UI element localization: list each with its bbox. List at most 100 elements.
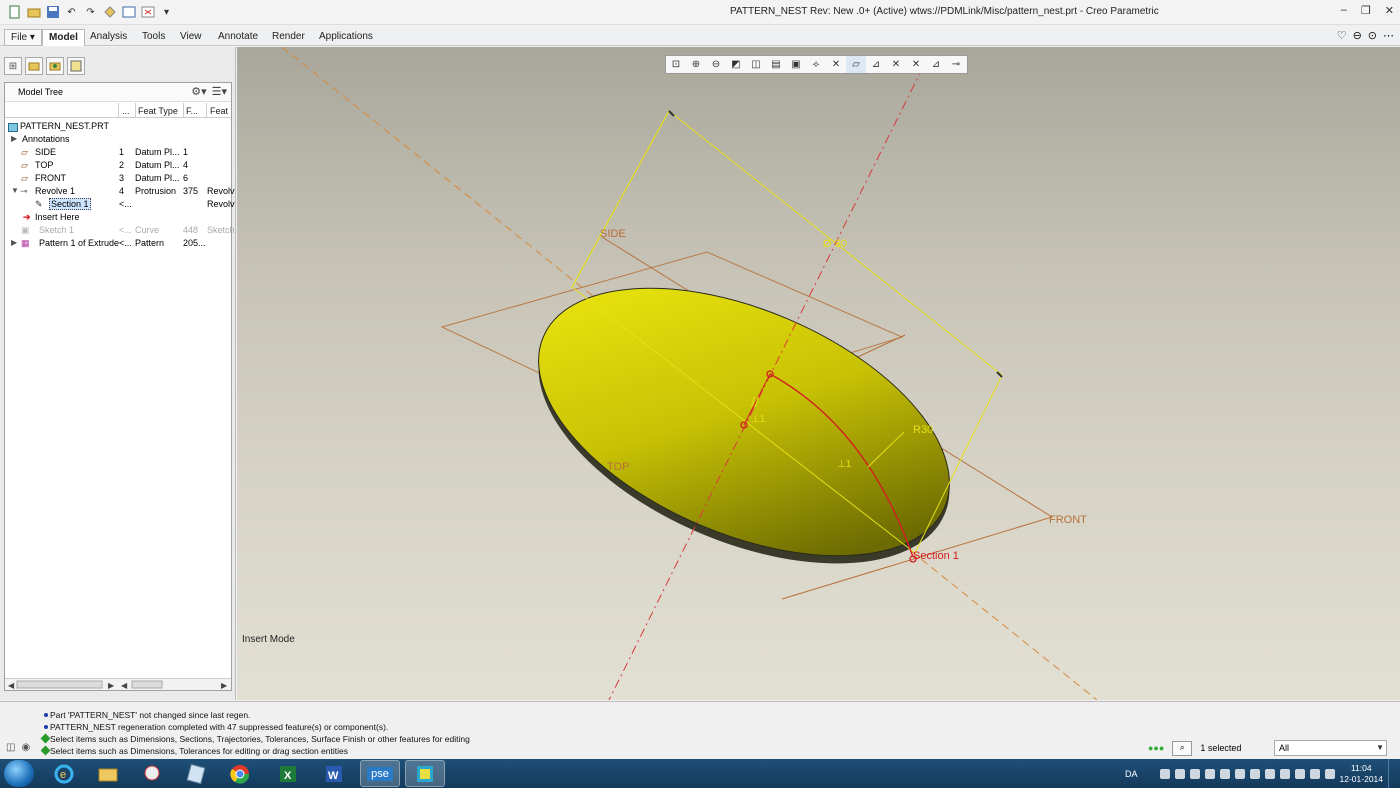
chrome-icon[interactable]: [220, 760, 260, 787]
tree-row-annotations[interactable]: ▶ Annotations: [5, 134, 231, 147]
datum-points-icon[interactable]: ▱: [846, 56, 866, 73]
tray-icon[interactable]: [1219, 768, 1230, 779]
tab-render[interactable]: Render: [266, 29, 311, 46]
expand-icon[interactable]: ▶: [11, 134, 17, 143]
csys-display-icon[interactable]: ⊿: [926, 56, 946, 73]
refit-icon[interactable]: ⊡: [666, 56, 686, 73]
diameter-dimension[interactable]: Ø 30: [823, 238, 847, 250]
word-icon[interactable]: W: [314, 760, 354, 787]
display-style-icon[interactable]: ▣: [786, 56, 806, 73]
browser-toggle-icon[interactable]: ◉: [21, 742, 30, 753]
excel-icon[interactable]: X: [268, 760, 308, 787]
tray-icon[interactable]: [1279, 768, 1290, 779]
tray-icon[interactable]: [1159, 768, 1170, 779]
undo-icon[interactable]: ↶: [63, 4, 80, 20]
quick-access-dropdown-icon[interactable]: ▾: [158, 4, 175, 20]
section-label[interactable]: Section 1: [913, 550, 959, 562]
minimize-icon[interactable]: –: [1341, 4, 1347, 17]
folder-browser-icon[interactable]: [25, 57, 43, 75]
regenerate-icon[interactable]: [101, 4, 118, 20]
datum-axes-icon[interactable]: ✕: [826, 56, 846, 73]
new-icon[interactable]: [6, 4, 23, 20]
spin-center-icon[interactable]: ✕: [906, 56, 926, 73]
tray-icon[interactable]: [1294, 768, 1305, 779]
tray-icon[interactable]: [1189, 768, 1200, 779]
open-icon[interactable]: [25, 4, 42, 20]
column-header[interactable]: ...: [122, 106, 130, 116]
chevron-down-icon[interactable]: ▼: [1376, 741, 1384, 755]
layer-tree-icon[interactable]: [67, 57, 85, 75]
coord-sys-icon[interactable]: ⊿: [866, 56, 886, 73]
tab-annotate[interactable]: Annotate: [212, 29, 264, 46]
tab-applications[interactable]: Applications: [313, 29, 379, 46]
start-button[interactable]: [4, 760, 34, 787]
tab-analysis[interactable]: Analysis: [84, 29, 133, 46]
plane-tags-icon[interactable]: ⊸: [946, 56, 966, 73]
zoom-in-icon[interactable]: ⊕: [686, 56, 706, 73]
tree-settings-icon[interactable]: ⚙▾: [191, 85, 206, 98]
save-icon[interactable]: [44, 4, 61, 20]
tab-tools[interactable]: Tools: [136, 29, 171, 46]
column-header[interactable]: F...: [186, 106, 198, 116]
selection-filter[interactable]: All ▼: [1274, 740, 1387, 756]
show-navigator-icon[interactable]: ◫: [6, 742, 15, 753]
windows-icon[interactable]: [120, 4, 137, 20]
section-label-selected[interactable]: Section 1: [49, 198, 91, 210]
datum-planes-icon[interactable]: ⟡: [806, 56, 826, 73]
column-header[interactable]: Feat: [210, 106, 228, 116]
find-icon[interactable]: ⌕: [1172, 740, 1193, 756]
tree-filters-icon[interactable]: ☰▾: [212, 85, 227, 98]
reorient-icon[interactable]: ◫: [746, 56, 766, 73]
restore-icon[interactable]: ❐: [1361, 4, 1371, 17]
repaint-icon[interactable]: ◩: [726, 56, 746, 73]
paint-icon[interactable]: [132, 760, 172, 787]
tab-model[interactable]: Model: [42, 29, 85, 46]
network-icon[interactable]: [1309, 768, 1320, 779]
tray-icon[interactable]: [1204, 768, 1215, 779]
collapse-icon[interactable]: ▼: [11, 186, 19, 195]
tab-view[interactable]: View: [174, 29, 208, 46]
show-desktop-button[interactable]: [1388, 759, 1396, 788]
tree-row-pattern[interactable]: ▶ ▦ Pattern 1 of Extrude <... Pattern 20…: [5, 238, 231, 251]
bluetooth-icon[interactable]: [1234, 768, 1245, 779]
redo-icon[interactable]: ↷: [82, 4, 99, 20]
annotations-icon[interactable]: ✕: [886, 56, 906, 73]
favorites-icon[interactable]: [46, 57, 64, 75]
tree-row-front[interactable]: ▱ FRONT 3 Datum Pl... 6: [5, 173, 231, 186]
notes-icon[interactable]: [176, 760, 216, 787]
column-header[interactable]: Feat Type: [138, 106, 178, 116]
graphics-window[interactable]: // ⊥1 ⊥1 SIDE TOP FRONT Section 1 Ø 30 R…: [237, 47, 1400, 700]
expand-icon[interactable]: ▶: [11, 238, 17, 247]
creo-icon[interactable]: [405, 760, 445, 787]
clock[interactable]: 11:04 12-01-2014: [1340, 763, 1383, 785]
tray-icon[interactable]: [1249, 768, 1260, 779]
tree-row-top[interactable]: ▱ TOP 2 Datum Pl... 4: [5, 160, 231, 173]
tree-row-insert-here[interactable]: ➔ Insert Here: [5, 212, 231, 225]
ie-icon[interactable]: e: [44, 760, 84, 787]
search-icon[interactable]: ⊖: [1353, 29, 1362, 42]
tab-file[interactable]: File ▾: [4, 29, 42, 46]
tray-icon[interactable]: [1174, 768, 1185, 779]
saved-views-icon[interactable]: ▤: [766, 56, 786, 73]
collapse-ribbon-icon[interactable]: ♡: [1337, 29, 1347, 42]
tray-icon[interactable]: [1264, 768, 1275, 779]
close-window-icon[interactable]: ✕: [1385, 4, 1394, 17]
help-icon[interactable]: ⊙: [1368, 29, 1377, 42]
more-icon[interactable]: ⋯: [1383, 29, 1394, 42]
explorer-icon[interactable]: [88, 760, 128, 787]
tree-row-part[interactable]: PATTERN_NEST.PRT: [5, 121, 231, 134]
tree-row-revolve[interactable]: ▼ ⊸ Revolve 1 4 Protrusion 375 Revolv: [5, 186, 235, 199]
pse-app[interactable]: pse: [360, 760, 400, 787]
tree-horizontal-scrollbar[interactable]: ◀ ▶ ◀ ▶: [5, 678, 231, 690]
radius-dimension[interactable]: R30: [913, 424, 933, 436]
top-plane-label[interactable]: TOP: [607, 461, 629, 473]
model-tree-tab-icon[interactable]: ⊞: [4, 57, 22, 75]
zoom-out-icon[interactable]: ⊖: [706, 56, 726, 73]
side-plane-label[interactable]: SIDE: [600, 228, 626, 240]
tree-row-section[interactable]: ✎ Section 1 <... Revolv: [5, 198, 235, 212]
close-icon[interactable]: [139, 4, 156, 20]
volume-icon[interactable]: [1324, 768, 1335, 779]
tree-row-sketch[interactable]: ▣ Sketch 1 <... Curve 448 Sketch: [5, 225, 235, 238]
language-indicator[interactable]: DA: [1125, 769, 1138, 779]
tree-row-side[interactable]: ▱ SIDE 1 Datum Pl... 1: [5, 147, 231, 160]
